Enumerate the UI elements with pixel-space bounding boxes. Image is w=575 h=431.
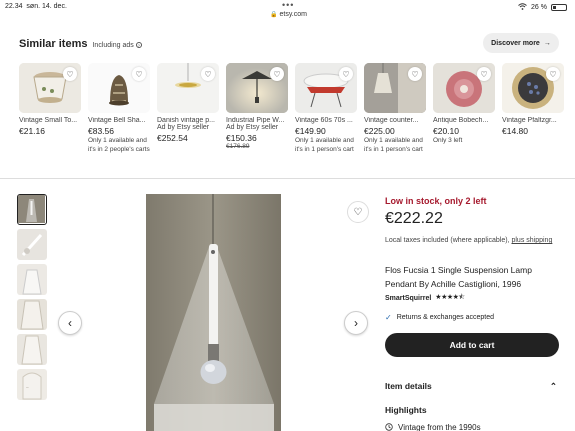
lock-icon: 🔒 — [270, 12, 278, 18]
similar-item-price: €14.80 — [502, 126, 528, 136]
similar-item-price: €225.00 — [364, 126, 395, 136]
tax-text: Local taxes included (where applicable), — [385, 237, 510, 244]
rating-stars-icon: ★★★★⯪ — [435, 294, 465, 301]
returns-text: Returns & exchanges accepted — [396, 314, 494, 321]
similar-item-original-price: €176.89 — [226, 143, 250, 150]
status-time: 22.34 søn. 14. dec. — [5, 3, 67, 10]
favorite-heart-icon[interactable]: ♡ — [477, 67, 491, 81]
main-product-image[interactable] — [146, 194, 281, 431]
check-icon: ✓ — [385, 313, 392, 322]
similar-item-price: €83.56 — [88, 126, 114, 136]
similar-item-name: Vintage 60s 70s ... — [295, 117, 353, 124]
similar-item-image[interactable]: ♡ — [88, 63, 150, 113]
wifi-icon — [518, 3, 527, 12]
battery-icon — [551, 4, 567, 11]
gallery-thumbnail[interactable] — [17, 264, 47, 295]
favorite-button[interactable]: ♡ — [347, 201, 369, 223]
similar-item-card[interactable]: ♡ Vintage Small To... €21.16 — [19, 63, 81, 136]
similar-item-ad: Ad by Etsy seller — [226, 124, 279, 131]
similar-item-price: €21.16 — [19, 126, 45, 136]
add-to-cart-button[interactable]: Add to cart — [385, 333, 559, 357]
similar-item-card[interactable]: ♡ Vintage 60s 70s ... €149.90 Only 1 ava… — [295, 63, 357, 154]
more-dots-icon[interactable]: ••• — [282, 0, 294, 10]
similar-item-note: Only 1 available and it's in 1 person's … — [295, 137, 354, 153]
battery-percent: 26 % — [531, 4, 547, 11]
similar-item-name: Vintage Bell Sha... — [88, 117, 146, 124]
favorite-heart-icon[interactable]: ♡ — [132, 67, 146, 81]
discover-more-label: Discover more — [491, 39, 540, 47]
similar-item-note: Only 1 available and it's in 1 person's … — [364, 137, 423, 153]
favorite-heart-icon[interactable]: ♡ — [408, 67, 422, 81]
similar-item-image[interactable]: ♡ — [19, 63, 81, 113]
similar-items-title: Similar items — [19, 38, 88, 50]
product-title: Flos Fucsia 1 Single Suspension Lamp Pen… — [385, 265, 532, 289]
similar-item-note: Only 3 left — [433, 137, 463, 144]
product-price: €222.22 — [385, 210, 443, 227]
including-ads-label: Including ads ? — [92, 42, 142, 49]
info-icon[interactable]: ? — [135, 42, 142, 48]
similar-item-card[interactable]: ♡ Danish vintage p... Ad by Etsy seller … — [157, 63, 219, 143]
discover-more-button[interactable]: Discover more → — [483, 33, 559, 53]
seller-name[interactable]: SmartSquirrel — [385, 295, 431, 302]
similar-item-image[interactable]: ♡ — [502, 63, 564, 113]
favorite-heart-icon[interactable]: ♡ — [63, 67, 77, 81]
similar-item-note: Only 1 available and it's in 2 people's … — [88, 137, 150, 153]
similar-item-image[interactable]: ♡ — [226, 63, 288, 113]
favorite-heart-icon[interactable]: ♡ — [201, 67, 215, 81]
chevron-left-icon: ‹ — [68, 316, 72, 330]
seller-info: SmartSquirrel ★★★★⯪ — [385, 293, 465, 304]
similar-item-card[interactable]: ♡ Vintage Bell Sha... €83.56 Only 1 avai… — [88, 63, 150, 154]
similar-item-ad: Ad by Etsy seller — [157, 124, 210, 131]
similar-item-price: €252.54 — [157, 133, 188, 143]
similar-item-image[interactable]: ♡ — [433, 63, 495, 113]
shipping-link[interactable]: plus shipping — [511, 237, 552, 244]
gallery-thumbnails: ~ — [17, 194, 47, 404]
next-image-button[interactable]: › — [344, 311, 368, 335]
returns-info: ✓ Returns & exchanges accepted — [385, 313, 494, 322]
favorite-heart-icon[interactable]: ♡ — [270, 67, 284, 81]
gallery-thumbnail[interactable] — [17, 334, 47, 365]
vintage-highlight: Vintage from the 1990s — [385, 423, 481, 431]
heart-icon: ♡ — [353, 206, 363, 218]
previous-image-button[interactable]: ‹ — [58, 311, 82, 335]
favorite-heart-icon[interactable]: ♡ — [546, 67, 560, 81]
similar-item-card[interactable]: ♡ Antique Bobech... €20.10 Only 3 left — [433, 63, 495, 145]
clock-icon — [385, 423, 393, 431]
favorite-heart-icon[interactable]: ♡ — [339, 67, 353, 81]
arrow-right-icon: → — [543, 39, 551, 47]
similar-item-image[interactable]: ♡ — [364, 63, 426, 113]
vintage-text: Vintage from the 1990s — [398, 423, 481, 431]
similar-item-name: Vintage Pfaltzgr... — [502, 117, 557, 124]
section-divider — [0, 178, 575, 179]
similar-item-card[interactable]: ♡ Vintage Pfaltzgr... €14.80 — [502, 63, 564, 136]
chevron-right-icon: › — [354, 316, 358, 330]
gallery-thumbnail[interactable]: ~ — [17, 369, 47, 400]
tax-note: Local taxes included (where applicable),… — [385, 236, 555, 246]
gallery-thumbnail[interactable] — [17, 299, 47, 330]
status-right: 26 % — [518, 3, 567, 12]
stock-status: Low in stock, only 2 left — [385, 196, 487, 206]
gallery-thumbnail[interactable] — [17, 194, 47, 225]
similar-items-header: Similar items Including ads ? — [19, 38, 142, 50]
similar-item-price: €20.10 — [433, 126, 459, 136]
chevron-up-icon: ⌃ — [549, 381, 557, 391]
item-details-label: Item details — [385, 381, 432, 391]
svg-text:~: ~ — [26, 386, 29, 391]
similar-item-card[interactable]: ♡ Vintage counter... €225.00 Only 1 avai… — [364, 63, 426, 154]
similar-item-image[interactable]: ♡ — [157, 63, 219, 113]
similar-item-name: Antique Bobech... — [433, 117, 489, 124]
similar-item-price: €149.90 — [295, 126, 326, 136]
similar-item-name: Industrial Pipe W... — [226, 117, 285, 124]
address-bar[interactable]: 🔒 etsy.com — [270, 11, 307, 18]
status-bar: 22.34 søn. 14. dec. ••• 🔒 etsy.com 26 % — [0, 0, 575, 20]
similar-item-name: Danish vintage p... — [157, 117, 215, 124]
similar-item-image[interactable]: ♡ — [295, 63, 357, 113]
similar-item-name: Vintage counter... — [364, 117, 419, 124]
similar-item-name: Vintage Small To... — [19, 117, 78, 124]
item-details-toggle[interactable]: Item details ⌃ — [385, 381, 557, 392]
highlights-heading: Highlights — [385, 405, 427, 415]
similar-item-card[interactable]: ♡ Industrial Pipe W... Ad by Etsy seller… — [226, 63, 288, 150]
gallery-thumbnail[interactable] — [17, 229, 47, 260]
similar-item-price: €150.36 — [226, 133, 257, 143]
